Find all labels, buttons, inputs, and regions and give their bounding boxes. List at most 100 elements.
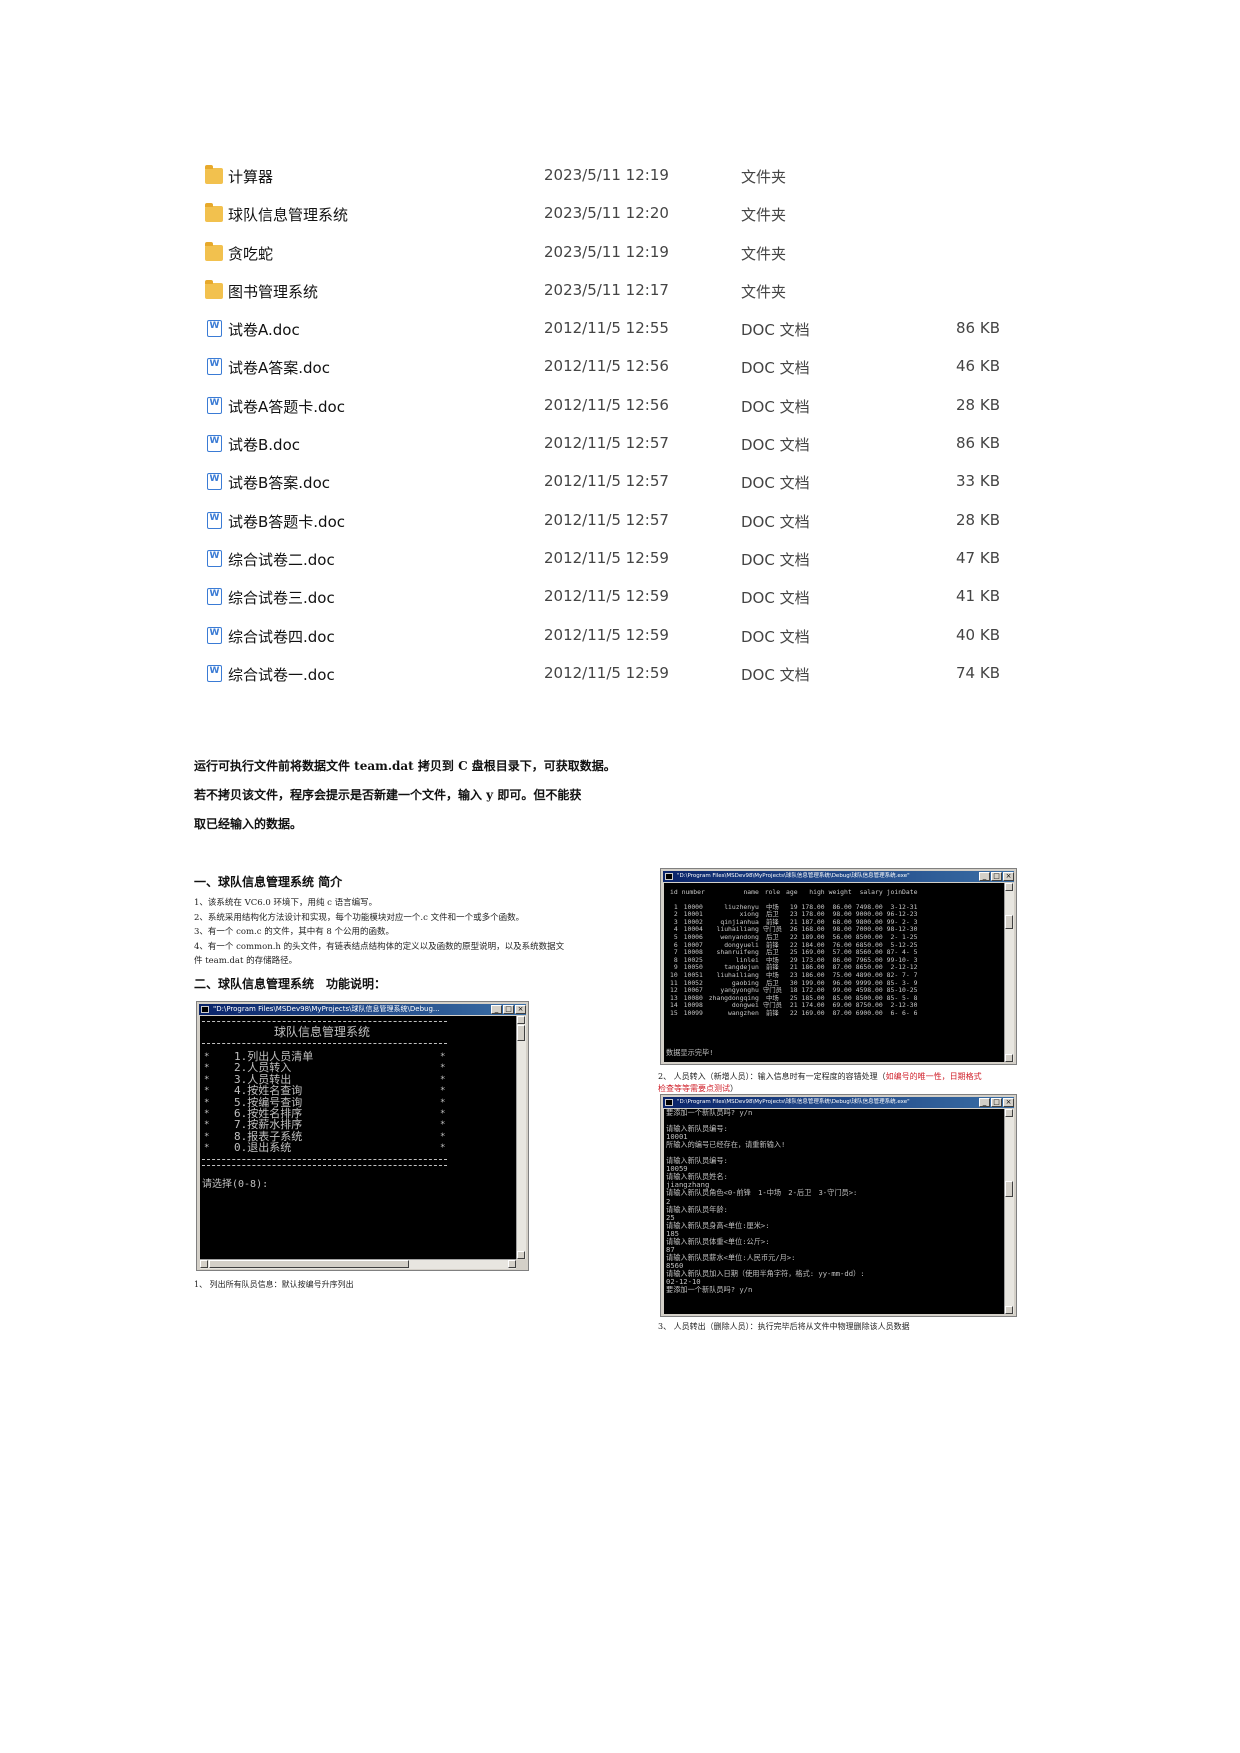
close-button[interactable]: × bbox=[1003, 1098, 1014, 1107]
border-mark: * bbox=[204, 1086, 210, 1097]
scroll-thumb[interactable] bbox=[1005, 915, 1013, 929]
title-bar: "D:\Program Files\MSDev98\MyProjects\球队信… bbox=[663, 1097, 1014, 1108]
console-line: 要添加一个新队员吗? y/n bbox=[666, 1285, 753, 1295]
file-name: 试卷B答题卡.doc bbox=[228, 512, 346, 531]
border-mark: * bbox=[204, 1097, 210, 1108]
file-row[interactable]: 综合试卷四.doc 2012/11/5 12:59 DOC 文档 40 KB bbox=[200, 620, 1020, 658]
note-line-3: 取已经输入的数据。 bbox=[194, 817, 303, 831]
file-date: 2012/11/5 12:57 bbox=[544, 434, 669, 453]
caption-2-end: ） bbox=[730, 1084, 738, 1093]
file-row[interactable]: 试卷B答案.doc 2012/11/5 12:57 DOC 文档 33 KB bbox=[200, 466, 1020, 504]
file-type: DOC 文档 bbox=[741, 512, 810, 531]
console-line: 要添加一个新队员吗? y/n bbox=[666, 1109, 753, 1117]
table-cell: 169.00 bbox=[801, 1008, 825, 1017]
column-header: salary bbox=[859, 888, 883, 896]
input-console-window: "D:\Program Files\MSDev98\MyProjects\球队信… bbox=[660, 1094, 1017, 1317]
file-type: DOC 文档 bbox=[741, 397, 810, 416]
file-name: 试卷B.doc bbox=[228, 436, 301, 455]
border-mark: * bbox=[440, 1143, 446, 1154]
caption-3: 3、 人员转出（删除人员）：执行完毕后将从文件中物理删除该人员数据 bbox=[658, 1322, 910, 1331]
border-mark: * bbox=[204, 1063, 210, 1074]
scroll-thumb[interactable] bbox=[209, 1260, 409, 1268]
minimize-button[interactable]: _ bbox=[979, 1098, 990, 1107]
file-name: 试卷A答案.doc bbox=[228, 359, 330, 378]
vertical-scrollbar[interactable] bbox=[1004, 1109, 1014, 1314]
close-button[interactable]: × bbox=[1003, 872, 1014, 881]
file-type: DOC 文档 bbox=[741, 589, 810, 608]
folder-icon bbox=[205, 241, 223, 261]
file-row[interactable]: 试卷A答案.doc 2012/11/5 12:56 DOC 文档 46 KB bbox=[200, 351, 1020, 389]
file-row[interactable]: 试卷B答题卡.doc 2012/11/5 12:57 DOC 文档 28 KB bbox=[200, 505, 1020, 543]
border-mark: * bbox=[440, 1074, 446, 1085]
file-row[interactable]: 综合试卷一.doc 2012/11/5 12:59 DOC 文档 74 KB bbox=[200, 658, 1020, 696]
team-table: id number name role age high weight salary joinD… bbox=[668, 888, 919, 1018]
file-row[interactable]: 试卷A.doc 2012/11/5 12:55 DOC 文档 86 KB bbox=[200, 313, 1020, 351]
file-row[interactable]: 贪吃蛇 2023/5/11 12:19 文件夹 bbox=[200, 237, 1020, 275]
table-cell: wangzhen bbox=[728, 1008, 759, 1017]
scroll-down-button[interactable] bbox=[1005, 1306, 1013, 1314]
file-size: 47 KB bbox=[956, 548, 1000, 567]
console-line: 请输入新队员角色<0-前锋 1-中场 2-后卫 3-守门员>: bbox=[666, 1188, 858, 1198]
scroll-thumb[interactable] bbox=[1005, 1181, 1013, 1197]
scroll-right-button[interactable] bbox=[508, 1260, 516, 1268]
file-name: 综合试卷四.doc bbox=[228, 627, 335, 646]
table-row: 15 10099 wangzhen 前锋 22 169.00 87.00 6900.00 6- … bbox=[668, 1008, 919, 1018]
vertical-scrollbar[interactable] bbox=[516, 1016, 526, 1259]
intro-item: 4、有一个 common.h 的头文件，有链表结点结构体的定义以及函数的原型说明… bbox=[194, 941, 565, 952]
file-size: 40 KB bbox=[956, 625, 1000, 644]
border-mark: * bbox=[204, 1120, 210, 1131]
border-mark: * bbox=[204, 1109, 210, 1119]
console-icon bbox=[201, 1006, 209, 1013]
table-cell: 前锋 bbox=[766, 1008, 779, 1017]
divider bbox=[202, 1159, 447, 1160]
close-button[interactable]: × bbox=[515, 1005, 526, 1014]
scroll-up-button[interactable] bbox=[517, 1016, 525, 1024]
file-row[interactable]: 综合试卷二.doc 2012/11/5 12:59 DOC 文档 47 KB bbox=[200, 543, 1020, 581]
file-name: 图书管理系统 bbox=[228, 282, 319, 301]
file-type: 文件夹 bbox=[741, 206, 787, 225]
column-header: joinDate bbox=[886, 888, 918, 896]
console-line: 所输入的编号已经存在，请重新输入! bbox=[666, 1140, 786, 1150]
maximize-button[interactable]: □ bbox=[503, 1005, 514, 1014]
file-date: 2023/5/11 12:17 bbox=[544, 280, 669, 299]
file-name: 球队信息管理系统 bbox=[228, 206, 349, 225]
scroll-up-button[interactable] bbox=[1005, 883, 1013, 891]
scroll-up-button[interactable] bbox=[1005, 1109, 1013, 1117]
doc-icon bbox=[207, 473, 222, 491]
intro-item: 2、系统采用结构化方法设计和实现，每个功能模块对应一个.c 文件和一个或多个函数… bbox=[194, 912, 525, 923]
file-row[interactable]: 试卷A答题卡.doc 2012/11/5 12:56 DOC 文档 28 KB bbox=[200, 390, 1020, 428]
file-row[interactable]: 球队信息管理系统 2023/5/11 12:20 文件夹 bbox=[200, 198, 1020, 236]
scroll-thumb[interactable] bbox=[517, 1025, 525, 1041]
border-mark: * bbox=[440, 1131, 446, 1142]
minimize-button[interactable]: _ bbox=[979, 872, 990, 881]
file-row[interactable]: 计算器 2023/5/11 12:19 文件夹 bbox=[200, 160, 1020, 198]
note-line-1: 运行可执行文件前将数据文件 team.dat 拷贝到 C 盘根目录下，可获取数据… bbox=[194, 759, 616, 773]
intro-item: 件 team.dat 的存储路径。 bbox=[194, 956, 298, 966]
file-name: 试卷A.doc bbox=[228, 321, 300, 340]
scroll-left-button[interactable] bbox=[200, 1260, 208, 1268]
maximize-button[interactable]: □ bbox=[991, 872, 1002, 881]
horizontal-scrollbar[interactable] bbox=[200, 1259, 516, 1269]
caption-2-text: 2、 人员转入（新增人员）：输入信息时有一定程度的容错处理（ bbox=[658, 1072, 886, 1081]
file-type: DOC 文档 bbox=[741, 627, 810, 646]
vertical-scrollbar[interactable] bbox=[1004, 883, 1014, 1062]
column-header: id bbox=[670, 888, 678, 896]
file-name: 贪吃蛇 bbox=[228, 244, 274, 263]
maximize-button[interactable]: □ bbox=[991, 1098, 1002, 1107]
scroll-down-button[interactable] bbox=[1005, 1054, 1013, 1062]
file-date: 2012/11/5 12:59 bbox=[544, 663, 669, 682]
minimize-button[interactable]: _ bbox=[491, 1005, 502, 1014]
file-row[interactable]: 综合试卷三.doc 2012/11/5 12:59 DOC 文档 41 KB bbox=[200, 581, 1020, 619]
file-row[interactable]: 图书管理系统 2023/5/11 12:17 文件夹 bbox=[200, 275, 1020, 313]
file-date: 2023/5/11 12:20 bbox=[544, 204, 669, 223]
file-size: 86 KB bbox=[956, 319, 1000, 338]
file-size: 46 KB bbox=[956, 357, 1000, 376]
file-row[interactable]: 试卷B.doc 2012/11/5 12:57 DOC 文档 86 KB bbox=[200, 428, 1020, 466]
scroll-down-button[interactable] bbox=[517, 1251, 525, 1259]
menu-item: 0.退出系统 bbox=[234, 1141, 292, 1155]
file-date: 2012/11/5 12:57 bbox=[544, 510, 669, 529]
file-date: 2012/11/5 12:56 bbox=[544, 357, 669, 376]
window-title: "D:\Program Files\MSDev98\MyProjects\球队信… bbox=[213, 1005, 440, 1013]
folder-icon bbox=[205, 165, 223, 184]
file-date: 2012/11/5 12:59 bbox=[544, 625, 669, 644]
